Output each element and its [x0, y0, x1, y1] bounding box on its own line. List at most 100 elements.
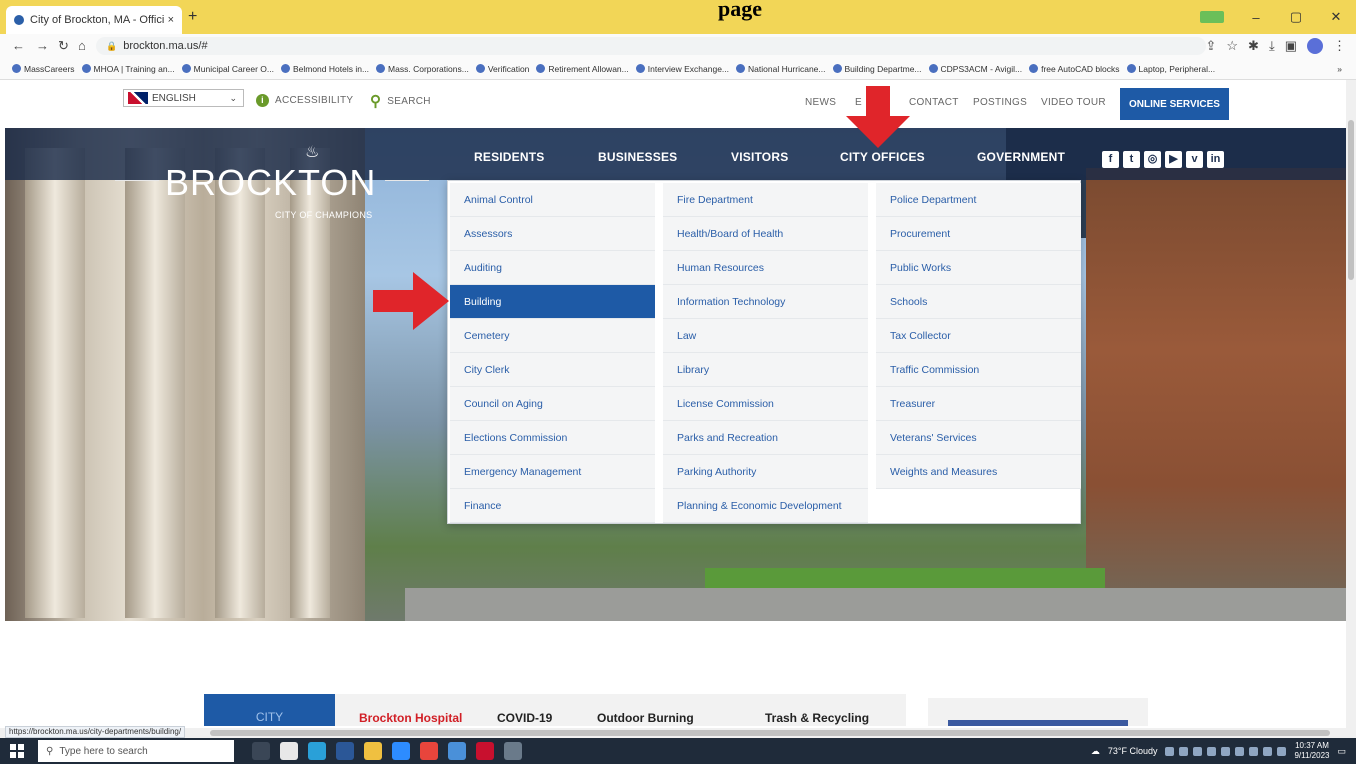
word-icon[interactable] [336, 742, 354, 760]
profile-avatar[interactable] [1307, 38, 1323, 54]
dropdown-item[interactable]: Parking Authority [663, 455, 868, 489]
brockton-logo[interactable]: ♨ BROCKTON CITY OF CHAMPIONS [115, 144, 429, 238]
dropdown-item[interactable]: Law [663, 319, 868, 353]
dropdown-item[interactable]: Fire Department [663, 183, 868, 217]
back-icon[interactable]: ← [12, 38, 25, 53]
dropdown-item[interactable]: Veterans' Services [876, 421, 1081, 455]
mail-icon[interactable] [280, 742, 298, 760]
tab-trash-recycling[interactable]: Trash & Recycling [765, 711, 869, 725]
dropdown-item[interactable]: Cemetery [450, 319, 655, 353]
nav-visitors[interactable]: VISITORS [731, 150, 788, 164]
accessibility-link[interactable]: i ACCESSIBILITY [256, 94, 353, 107]
dropdown-item[interactable]: Information Technology [663, 285, 868, 319]
bookmark-item[interactable]: Interview Exchange... [635, 64, 729, 74]
chrome-profile-icon[interactable] [448, 742, 466, 760]
dropdown-item[interactable]: Elections Commission [450, 421, 655, 455]
bookmark-item[interactable]: Verification [475, 64, 529, 74]
bookmark-item[interactable]: Retirement Allowan... [536, 64, 629, 74]
bookmark-item[interactable]: CDPS3ACM - Avigil... [928, 64, 1022, 74]
dropdown-item[interactable]: Public Works [876, 251, 1081, 285]
dropdown-item[interactable]: Finance [450, 489, 655, 523]
close-window-icon[interactable]: ✕ [1316, 9, 1356, 25]
bookmark-item[interactable]: free AutoCAD blocks [1029, 64, 1120, 74]
dropdown-item[interactable]: Weights and Measures [876, 455, 1081, 489]
edge-icon[interactable] [308, 742, 326, 760]
windows-start-icon[interactable] [10, 744, 24, 758]
file-explorer-icon[interactable] [364, 742, 382, 760]
restore-icon[interactable]: ▢ [1276, 9, 1316, 25]
zoom-icon[interactable] [392, 742, 410, 760]
bookmark-item[interactable]: Building Departme... [832, 64, 922, 74]
linkedin-icon[interactable]: in [1207, 151, 1224, 168]
search-link[interactable]: ⚲ SEARCH [370, 92, 431, 110]
dropdown-item[interactable]: License Commission [663, 387, 868, 421]
dropdown-item[interactable]: Planning & Economic Development [663, 489, 868, 523]
extensions-icon[interactable]: ✱ [1248, 38, 1259, 54]
dropdown-item[interactable]: Procurement [876, 217, 1081, 251]
youtube-icon[interactable]: ▶ [1165, 151, 1182, 168]
contact-link[interactable]: CONTACT [909, 97, 959, 108]
nav-city-offices[interactable]: CITY OFFICES [840, 150, 925, 164]
vertical-scrollbar[interactable] [1346, 80, 1356, 728]
vimeo-icon[interactable]: v [1186, 151, 1203, 168]
weather-text[interactable]: 73°F Cloudy [1108, 746, 1158, 756]
dropdown-item[interactable]: Tax Collector [876, 319, 1081, 353]
dropdown-item[interactable]: Library [663, 353, 868, 387]
minimize-icon[interactable]: – [1236, 10, 1276, 25]
dropdown-item[interactable]: Treasurer [876, 387, 1081, 421]
menu-icon[interactable]: ⋮ [1333, 38, 1346, 54]
bookmarks-more-icon[interactable]: » [1337, 64, 1342, 74]
dropdown-item[interactable]: Health/Board of Health [663, 217, 868, 251]
url-field[interactable]: 🔒 brockton.ma.us/# [96, 37, 1206, 55]
taskbar-search-input[interactable]: ⚲ Type here to search [38, 740, 234, 762]
online-services-button[interactable]: ONLINE SERVICES [1120, 88, 1229, 120]
dropdown-item[interactable]: Assessors [450, 217, 655, 251]
tab-covid-19[interactable]: COVID-19 [497, 711, 552, 725]
language-select[interactable]: ENGLISH ⌄ [123, 89, 244, 107]
bookmark-item[interactable]: MHOA | Training an... [81, 64, 175, 74]
bookmark-item[interactable]: Mass. Corporations... [376, 64, 469, 74]
dropdown-item[interactable]: City Clerk [450, 353, 655, 387]
nav-businesses[interactable]: BUSINESSES [598, 150, 677, 164]
acrobat-icon[interactable] [476, 742, 494, 760]
bookmark-item[interactable]: MassCareers [12, 64, 75, 74]
dropdown-item[interactable]: Parks and Recreation [663, 421, 868, 455]
clock[interactable]: 10:37 AM 9/11/2023 [1294, 741, 1329, 761]
horizontal-scrollbar[interactable] [0, 728, 1356, 738]
dropdown-item[interactable]: Traffic Commission [876, 353, 1081, 387]
extension-icon[interactable] [1200, 11, 1224, 23]
new-tab-button[interactable]: + [188, 8, 197, 26]
share-icon[interactable]: ⇪ [1205, 38, 1216, 54]
postings-link[interactable]: POSTINGS [973, 97, 1027, 108]
star-icon[interactable]: ☆ [1226, 38, 1238, 54]
instagram-icon[interactable]: ◎ [1144, 151, 1161, 168]
forward-icon[interactable]: → [36, 38, 49, 53]
browser-tab[interactable]: City of Brockton, MA - Official W × [6, 6, 182, 34]
twitter-icon[interactable]: t [1123, 151, 1140, 168]
sidepanel-icon[interactable]: ▣ [1285, 38, 1297, 54]
dropdown-item[interactable]: Building [450, 285, 655, 319]
dropdown-item[interactable]: Police Department [876, 183, 1081, 217]
task-view-icon[interactable] [252, 742, 270, 760]
notifications-icon[interactable]: ▭ [1337, 746, 1346, 757]
tab-close-icon[interactable]: × [168, 14, 174, 26]
paint-icon[interactable] [504, 742, 522, 760]
download-icon[interactable]: ⤓ [1269, 38, 1275, 54]
bookmark-item[interactable]: Laptop, Peripheral... [1126, 64, 1215, 74]
dropdown-item[interactable]: Schools [876, 285, 1081, 319]
dropdown-item[interactable]: Animal Control [450, 183, 655, 217]
video-tour-link[interactable]: VIDEO TOUR [1041, 97, 1106, 108]
facebook-icon[interactable]: f [1102, 151, 1119, 168]
dropdown-item[interactable]: Council on Aging [450, 387, 655, 421]
home-icon[interactable]: ⌂ [78, 38, 86, 53]
dropdown-item[interactable]: Auditing [450, 251, 655, 285]
news-link[interactable]: NEWS [805, 97, 836, 108]
nav-government[interactable]: GOVERNMENT [977, 150, 1065, 164]
chrome-icon[interactable] [420, 742, 438, 760]
bookmark-item[interactable]: Belmond Hotels in... [280, 64, 369, 74]
tab-outdoor-burning[interactable]: Outdoor Burning [597, 711, 694, 725]
bookmark-item[interactable]: National Hurricane... [736, 64, 826, 74]
nav-residents[interactable]: RESIDENTS [474, 150, 544, 164]
tab-brockton-hospital[interactable]: Brockton Hospital [359, 711, 462, 725]
bookmark-item[interactable]: Municipal Career O... [181, 64, 274, 74]
